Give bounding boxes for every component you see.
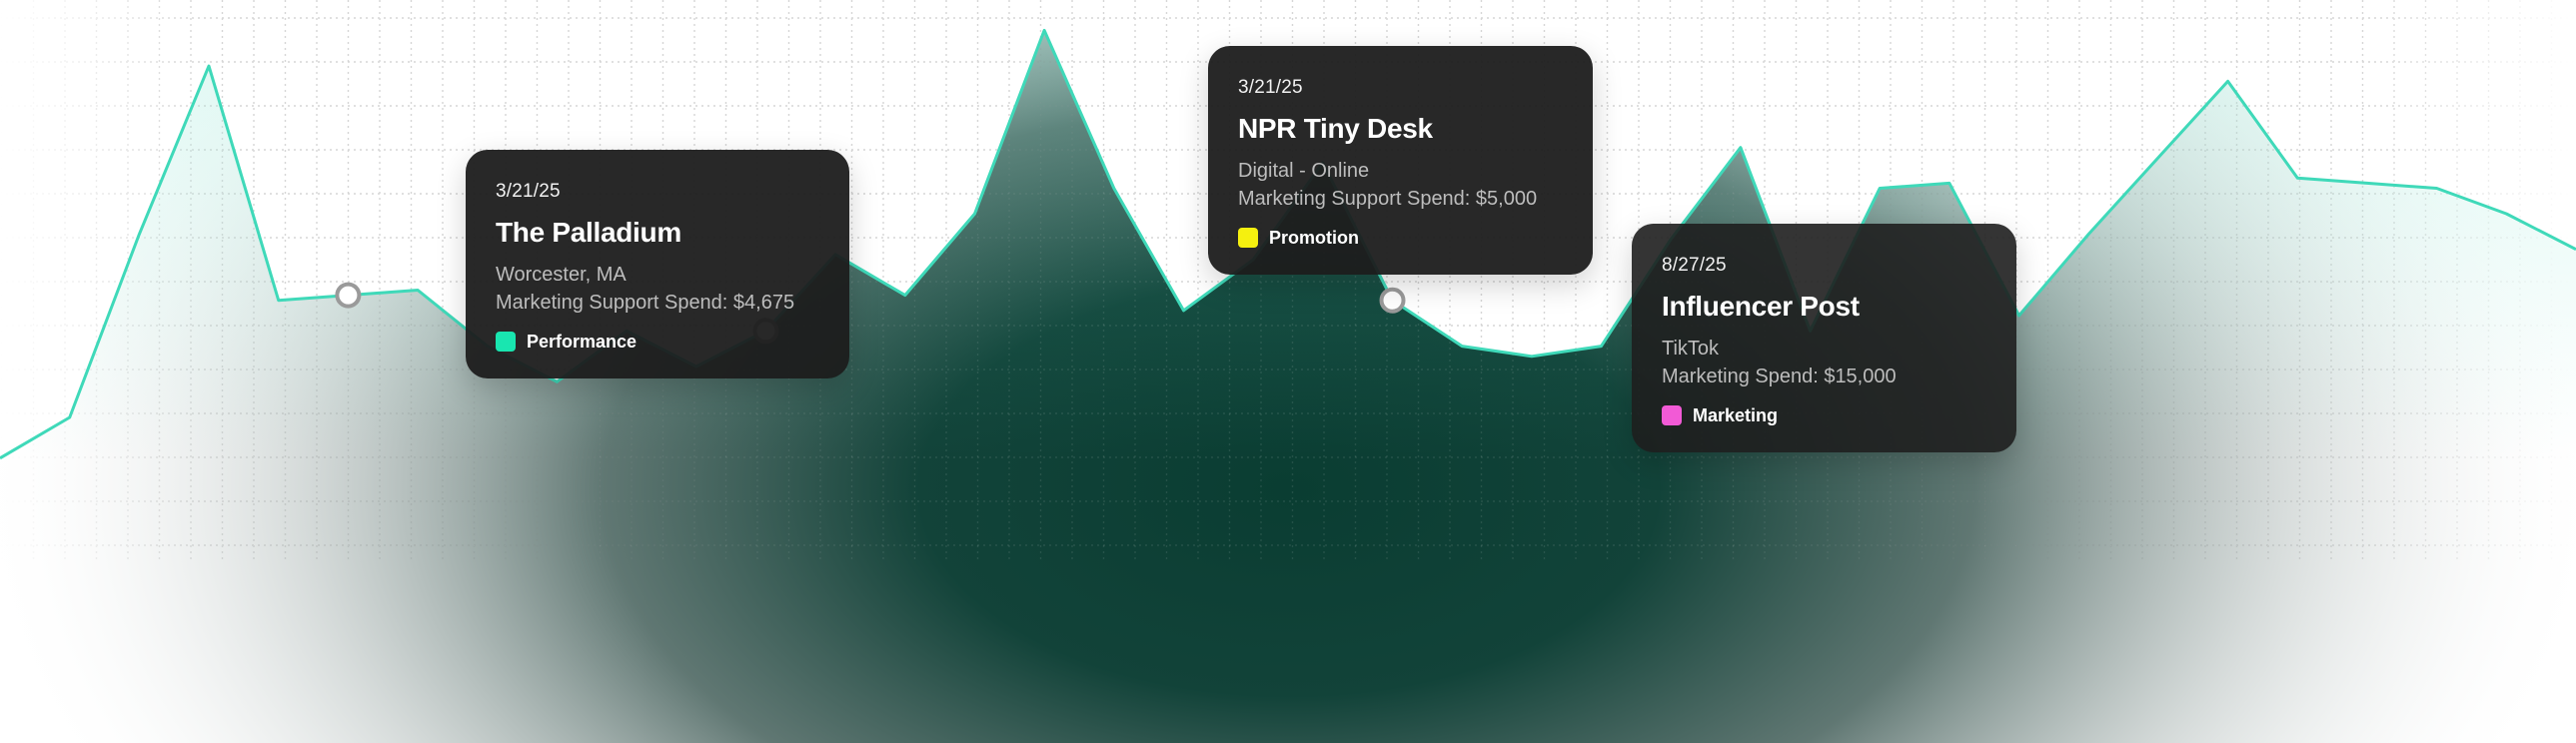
tooltip-spend: Marketing Support Spend: $5,000	[1238, 188, 1538, 210]
tag-swatch	[496, 332, 516, 352]
tooltip-title: The Palladium	[496, 217, 681, 248]
tooltip-tag: Performance	[496, 331, 819, 353]
tooltip-location: Digital - Online	[1238, 160, 1370, 182]
tooltip-title: NPR Tiny Desk	[1238, 113, 1433, 144]
highlight-marker-0[interactable]	[335, 282, 362, 309]
tag-swatch	[1238, 228, 1258, 248]
tooltip-date: 8/27/25	[1662, 255, 1727, 276]
tooltip-spend: Marketing Spend: $15,000	[1662, 366, 1897, 387]
tooltip-location: Worcester, MA	[496, 264, 627, 286]
chart-container: 3/21/25 The Palladium Worcester, MA Mark…	[0, 0, 2576, 743]
tooltip-npr-tiny-desk[interactable]: 3/21/25 NPR Tiny Desk Digital - Online M…	[1208, 46, 1593, 275]
tooltip-title: Influencer Post	[1662, 291, 1860, 322]
tag-swatch	[1662, 405, 1682, 425]
tooltip-influencer-post[interactable]: 8/27/25 Influencer Post TikTok Marketing…	[1632, 224, 2016, 452]
tag-label: Performance	[527, 332, 638, 352]
tooltip-date: 3/21/25	[1238, 77, 1303, 98]
tooltip-spend: Marketing Support Spend: $4,675	[496, 292, 795, 314]
tooltip-location: TikTok	[1662, 338, 1720, 360]
tooltip-the-palladium[interactable]: 3/21/25 The Palladium Worcester, MA Mark…	[466, 150, 849, 378]
highlight-marker-2[interactable]	[1379, 287, 1406, 314]
tag-label: Marketing	[1693, 405, 1779, 425]
tooltip-date: 3/21/25	[496, 181, 561, 202]
tooltip-tag: Promotion	[1238, 227, 1563, 249]
tooltip-tag: Marketing	[1662, 404, 1986, 426]
tag-label: Promotion	[1269, 228, 1359, 248]
